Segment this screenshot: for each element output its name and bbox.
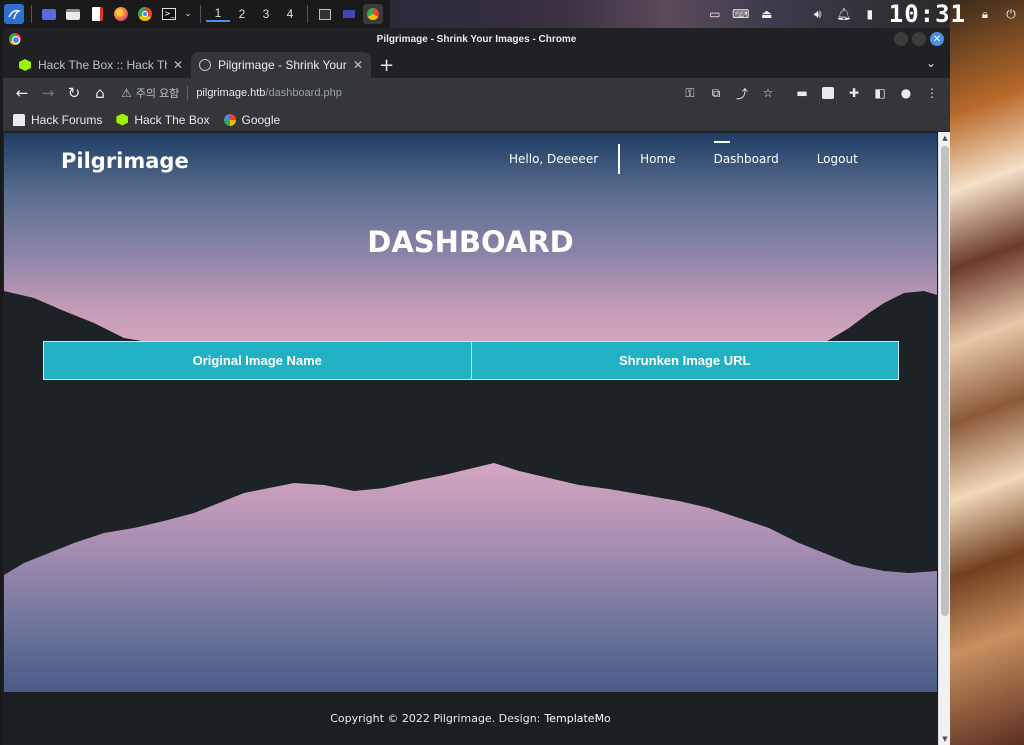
scroll-down-arrow-icon[interactable]: ▼ <box>939 733 950 745</box>
url-separator <box>187 86 189 100</box>
hackthebox-icon <box>19 59 31 71</box>
browser-window: Pilgrimage - Shrink Your Images - Chrome… <box>3 28 950 745</box>
new-tab-button[interactable]: + <box>379 52 394 78</box>
maximize-button[interactable] <box>912 32 926 46</box>
desktop-wallpaper <box>950 0 1024 745</box>
minimize-button[interactable] <box>894 32 908 46</box>
key-icon[interactable]: ⚿ <box>680 83 700 103</box>
volume-icon[interactable]: 🔊︎ <box>808 4 828 24</box>
firefox-icon[interactable] <box>111 4 131 24</box>
tab-label: Pilgrimage - Shrink Your I <box>218 58 347 72</box>
vpn-icon[interactable]: ⏏ <box>757 4 777 24</box>
reload-button[interactable]: ↻ <box>63 82 85 104</box>
chrome-window-icon[interactable] <box>363 4 383 24</box>
desktop-window-icon[interactable] <box>339 4 359 24</box>
nav-logout[interactable]: Logout <box>817 152 858 166</box>
title-bar: Pilgrimage - Shrink Your Images - Chrome… <box>3 28 950 50</box>
url-host: pilgrimage.htb <box>196 87 266 99</box>
scroll-up-arrow-icon[interactable]: ▲ <box>939 132 950 144</box>
address-bar[interactable]: ⚠ 주의 요함 pilgrimage.htb /dashboard.php <box>121 81 674 105</box>
url-path: /dashboard.php <box>265 87 342 99</box>
text-editor-icon[interactable] <box>87 4 107 24</box>
site-footer: Copyright © 2022 Pilgrimage. Design: Tem… <box>4 692 937 744</box>
kali-menu-icon[interactable] <box>4 4 24 24</box>
site-logo[interactable]: Pilgrimage <box>61 149 189 173</box>
close-tab-icon[interactable]: ✕ <box>353 58 363 72</box>
site-nav: Hello, Deeeeer Home Dashboard Logout <box>509 141 876 175</box>
column-header-shrunken-url: Shrunken Image URL <box>470 342 898 379</box>
close-tab-icon[interactable]: ✕ <box>173 58 183 72</box>
clock[interactable]: 10:31 <box>883 0 972 28</box>
desktop-icon[interactable] <box>39 4 59 24</box>
puzzle-icon[interactable]: ✚ <box>844 83 864 103</box>
user-greeting: Hello, Deeeeer <box>509 144 621 174</box>
bookmark-label: Google <box>241 112 281 127</box>
globe-icon <box>199 59 211 71</box>
battery-icon[interactable]: ▮ <box>860 4 880 24</box>
security-warning-label[interactable]: 주의 요함 <box>136 85 180 101</box>
taskbar-separator <box>31 5 32 23</box>
tab-search-icon[interactable]: ⌄ <box>926 56 936 70</box>
google-icon <box>223 113 236 126</box>
nav-dashboard[interactable]: Dashboard <box>713 141 779 166</box>
home-button[interactable]: ⌂ <box>89 82 111 104</box>
close-button[interactable]: ✕ <box>930 32 944 46</box>
display-icon[interactable]: ▭ <box>705 4 725 24</box>
taskbar: >_ ⌄ 1 2 3 4 ▭ ⌨ ⏏ 🔊︎ 🔔︎ ▮ 10:31 🔒︎ ⏻ <box>0 0 1024 28</box>
warning-icon[interactable]: ⚠ <box>121 86 132 100</box>
terminal-window-icon[interactable] <box>315 4 335 24</box>
column-header-original-name: Original Image Name <box>44 342 471 379</box>
tab-hackthebox[interactable]: Hack The Box :: Hack The B ✕ <box>11 52 191 78</box>
extension-icon[interactable] <box>818 83 838 103</box>
tab-strip: Hack The Box :: Hack The B ✕ Pilgrimage … <box>3 50 950 78</box>
workspace-4[interactable]: 4 <box>278 7 302 21</box>
side-panel-icon[interactable]: ◧ <box>870 83 890 103</box>
workspace-1[interactable]: 1 <box>206 6 230 22</box>
extension-dark-icon[interactable]: ▬ <box>792 83 812 103</box>
taskbar-separator <box>307 5 308 23</box>
lock-icon[interactable]: 🔒︎ <box>975 4 995 24</box>
bookmark-hack-forums[interactable]: Hack Forums <box>13 113 102 127</box>
page-background: Pilgrimage Hello, Deeeeer Home Dashboard… <box>4 133 937 744</box>
power-icon[interactable]: ⏻ <box>1001 4 1021 24</box>
chevron-down-icon[interactable]: ⌄ <box>183 4 193 24</box>
chrome-icon <box>9 33 21 45</box>
page-scrollbar[interactable]: ▲ ▼ <box>938 132 950 745</box>
workspace-3[interactable]: 3 <box>254 7 278 21</box>
system-tray: ▭ ⌨ ⏏ 🔊︎ 🔔︎ ▮ 10:31 🔒︎ ⏻ <box>702 0 1024 28</box>
bookmark-hack-the-box[interactable]: Hack The Box <box>116 112 210 127</box>
bookmark-label: Hack Forums <box>31 112 103 127</box>
nav-home[interactable]: Home <box>640 152 675 166</box>
forward-button[interactable]: → <box>37 82 59 104</box>
share-icon[interactable]: ⤴ <box>732 83 752 103</box>
bell-icon[interactable]: 🔔︎ <box>834 4 854 24</box>
browser-toolbar: ← → ↻ ⌂ ⚠ 주의 요함 pilgrimage.htb /dashboar… <box>3 78 950 108</box>
bookmark-label: Hack The Box <box>134 112 210 127</box>
keyboard-icon[interactable]: ⌨ <box>731 4 751 24</box>
bookmark-star-icon[interactable]: ☆ <box>758 83 778 103</box>
scrollbar-thumb[interactable] <box>941 146 949 616</box>
tab-label: Hack The Box :: Hack The B <box>38 58 167 72</box>
hackthebox-icon <box>116 113 129 126</box>
menu-icon[interactable]: ⋮ <box>922 83 942 103</box>
images-table-header: Original Image Name Shrunken Image URL <box>43 341 899 380</box>
taskbar-separator <box>200 5 201 23</box>
file-manager-icon[interactable] <box>63 4 83 24</box>
hackforums-icon <box>13 113 25 126</box>
bookmark-google[interactable]: Google <box>223 112 281 127</box>
translate-icon[interactable]: ⧉ <box>706 83 726 103</box>
back-button[interactable]: ← <box>11 82 33 104</box>
page-title: DASHBOARD <box>367 225 574 259</box>
tab-pilgrimage[interactable]: Pilgrimage - Shrink Your I ✕ <box>191 52 371 78</box>
bookmarks-bar: Hack Forums Hack The Box Google <box>3 108 950 132</box>
footer-copyright: Copyright © 2022 Pilgrimage. Design: <box>330 711 541 725</box>
terminal-icon[interactable]: >_ <box>159 4 179 24</box>
page-viewport: Pilgrimage Hello, Deeeeer Home Dashboard… <box>3 132 950 745</box>
chrome-icon[interactable] <box>135 4 155 24</box>
footer-brand-link[interactable]: TemplateMo <box>544 712 610 725</box>
window-title: Pilgrimage - Shrink Your Images - Chrome <box>376 33 577 45</box>
profile-icon[interactable]: ● <box>896 83 916 103</box>
workspace-2[interactable]: 2 <box>230 7 254 21</box>
